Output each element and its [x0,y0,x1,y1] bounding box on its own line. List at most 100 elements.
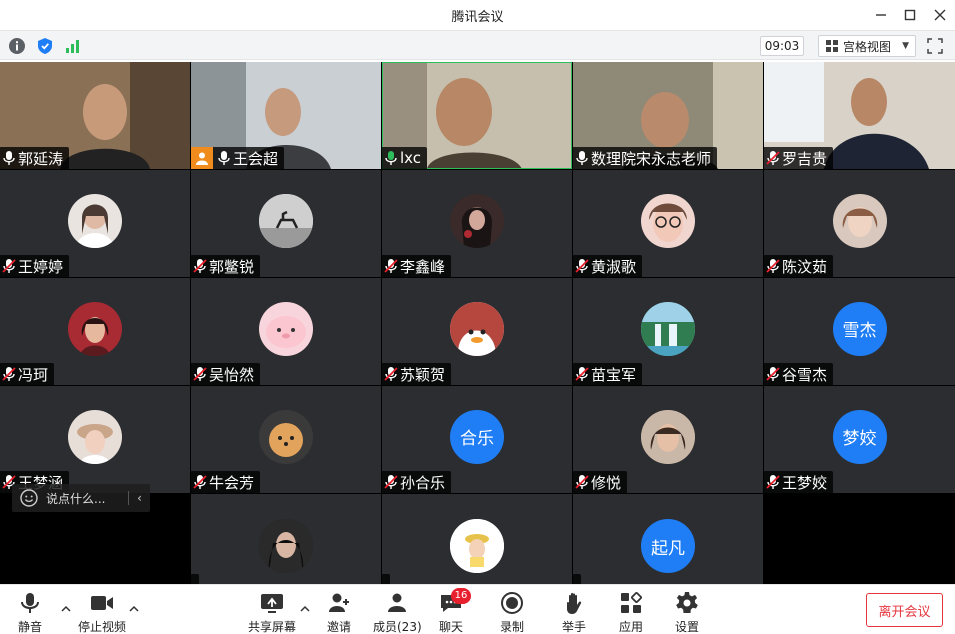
stop-video-button[interactable]: 停止视频 [78,591,126,634]
chevron-up-icon[interactable] [128,603,140,615]
mic-muted-icon [384,259,398,273]
fullscreen-button[interactable] [926,37,944,55]
video-camera-icon [91,596,113,610]
participant-name-tag: 吴怡然 [191,363,261,385]
meeting-info-button[interactable] [7,36,27,56]
chevron-up-icon[interactable] [60,603,72,615]
view-mode-dropdown[interactable]: 宫格视图 ▼ [818,35,916,57]
mic-muted-icon [766,151,780,165]
participant-name: 牛会芳 [209,473,255,492]
participant-name-tag: 数理院宋永志老师 [573,147,718,169]
minimize-button[interactable] [870,4,892,26]
participant-name-tag: 王梦姣 [764,471,834,493]
participant-tile[interactable]: 数理院宋永志老师 [573,62,763,169]
avatar: 起凡 [641,519,695,573]
meeting-duration: 09:03 [760,36,804,56]
hand-icon [567,592,582,614]
participant-tile[interactable]: 雪杰 谷雪杰 [764,278,955,385]
participant-tile[interactable]: 罗吉贵 [764,62,955,169]
participant-tile[interactable]: 牛会芳 [191,386,381,493]
raise-hand-button[interactable]: 举手 [562,591,586,634]
participant-tile[interactable]: 苏颖贺 [382,278,572,385]
participant-tile[interactable]: 郭延涛 [0,62,190,169]
participant-tile[interactable]: 起凡 [573,494,763,584]
participant-tile[interactable]: 郭鳖锐 [191,170,381,277]
mic-speaking-icon [385,151,397,165]
participant-name-tag: 郭延涛 [0,147,70,169]
participant-tile[interactable] [382,494,572,584]
avatar [68,301,122,356]
participant-name-tag: 黄淑歌 [573,255,643,277]
chevron-down-icon: ▼ [902,41,909,51]
mic-muted-icon [193,475,207,489]
participant-name: 郭延涛 [18,149,64,168]
info-bar: 09:03 宫格视图 ▼ [0,30,955,60]
invite-button[interactable]: 邀请 [327,591,351,634]
title-bar: 腾讯会议 [0,0,955,30]
avatar [259,301,313,356]
participant-tile[interactable] [191,494,381,584]
participant-name-tag: 孙合乐 [382,471,452,493]
participant-name: 罗吉贵 [782,149,828,168]
leave-meeting-button[interactable]: 离开会议 [866,593,943,627]
participant-name: 吴怡然 [209,365,255,384]
mute-button[interactable]: 静音 [18,591,42,634]
network-status-button[interactable] [63,36,83,56]
meeting-window: 腾讯会议 09:03 宫格视图 ▼ 郭延涛 王会超 lxc 数理院宋永志老师 罗… [0,0,955,634]
view-mode-label: 宫格视图 [843,39,892,54]
participant-tile[interactable]: 黄淑歌 [573,170,763,277]
participant-name-tag: 郭鳖锐 [191,255,261,277]
shield-icon [38,38,52,54]
participant-tile[interactable]: 王婷婷 [0,170,190,277]
participant-name-tag: 王会超 [191,147,285,169]
signal-icon [66,40,79,53]
chevron-up-icon[interactable] [299,603,311,615]
participant-name: lxc [400,149,422,167]
host-icon [191,147,213,169]
stop-video-label: 停止视频 [78,620,127,634]
close-button[interactable] [929,4,951,26]
maximize-button[interactable] [899,4,921,26]
participant-name-tag: 苏颖贺 [382,363,452,385]
participant-tile[interactable]: 苗宝军 [573,278,763,385]
apps-button[interactable]: 应用 [619,591,643,634]
participant-tile[interactable]: 修悦 [573,386,763,493]
participant-name-tag [573,574,581,584]
participant-tile[interactable]: 王会超 [191,62,381,169]
participant-tile[interactable]: 陈汶茹 [764,170,955,277]
participant-tile[interactable]: 王梦涵 [0,386,190,493]
fullscreen-icon [927,38,943,54]
chat-button[interactable]: 16 聊天 [439,588,471,634]
participant-name: 苗宝军 [591,365,637,384]
participant-name-tag: 陈汶茹 [764,255,834,277]
chat-input-overlay[interactable]: 说点什么... ‹ [12,484,150,512]
record-button[interactable]: 录制 [500,591,524,634]
settings-label: 设置 [675,620,700,634]
participant-name: 王梦姣 [782,473,828,492]
mic-on-icon [576,151,588,165]
mic-muted-icon [193,259,207,273]
mic-on-icon [3,151,15,165]
chevron-left-icon[interactable]: ‹ [128,491,150,505]
security-button[interactable] [35,36,55,56]
participant-tile[interactable]: 合乐 孙合乐 [382,386,572,493]
participant-name-tag: 谷雪杰 [764,363,834,385]
participant-name-tag: 修悦 [573,471,628,493]
participant-tile[interactable]: 吴怡然 [191,278,381,385]
members-button[interactable]: 成员(23) [373,591,422,634]
share-screen-button[interactable]: 共享屏幕 [248,591,296,634]
settings-button[interactable]: 设置 [675,591,699,634]
microphone-icon [21,593,39,613]
participant-name: 谷雪杰 [782,365,828,384]
participant-tile[interactable]: 冯珂 [0,278,190,385]
participant-tile-speaking[interactable]: lxc [382,62,572,169]
bottom-toolbar: 静音 停止视频 共享屏幕 邀请 成员(23) 16 聊天 录制 举手 应用 设置… [0,584,955,634]
maximize-icon [904,9,916,21]
participant-tile[interactable]: 李鑫峰 [382,170,572,277]
participant-name: 修悦 [591,473,622,492]
participant-tile[interactable]: 梦姣 王梦姣 [764,386,955,493]
participant-name: 苏颖贺 [400,365,446,384]
mic-muted-icon [575,259,589,273]
participant-name: 冯珂 [18,365,49,384]
avatar: 合乐 [450,409,504,464]
